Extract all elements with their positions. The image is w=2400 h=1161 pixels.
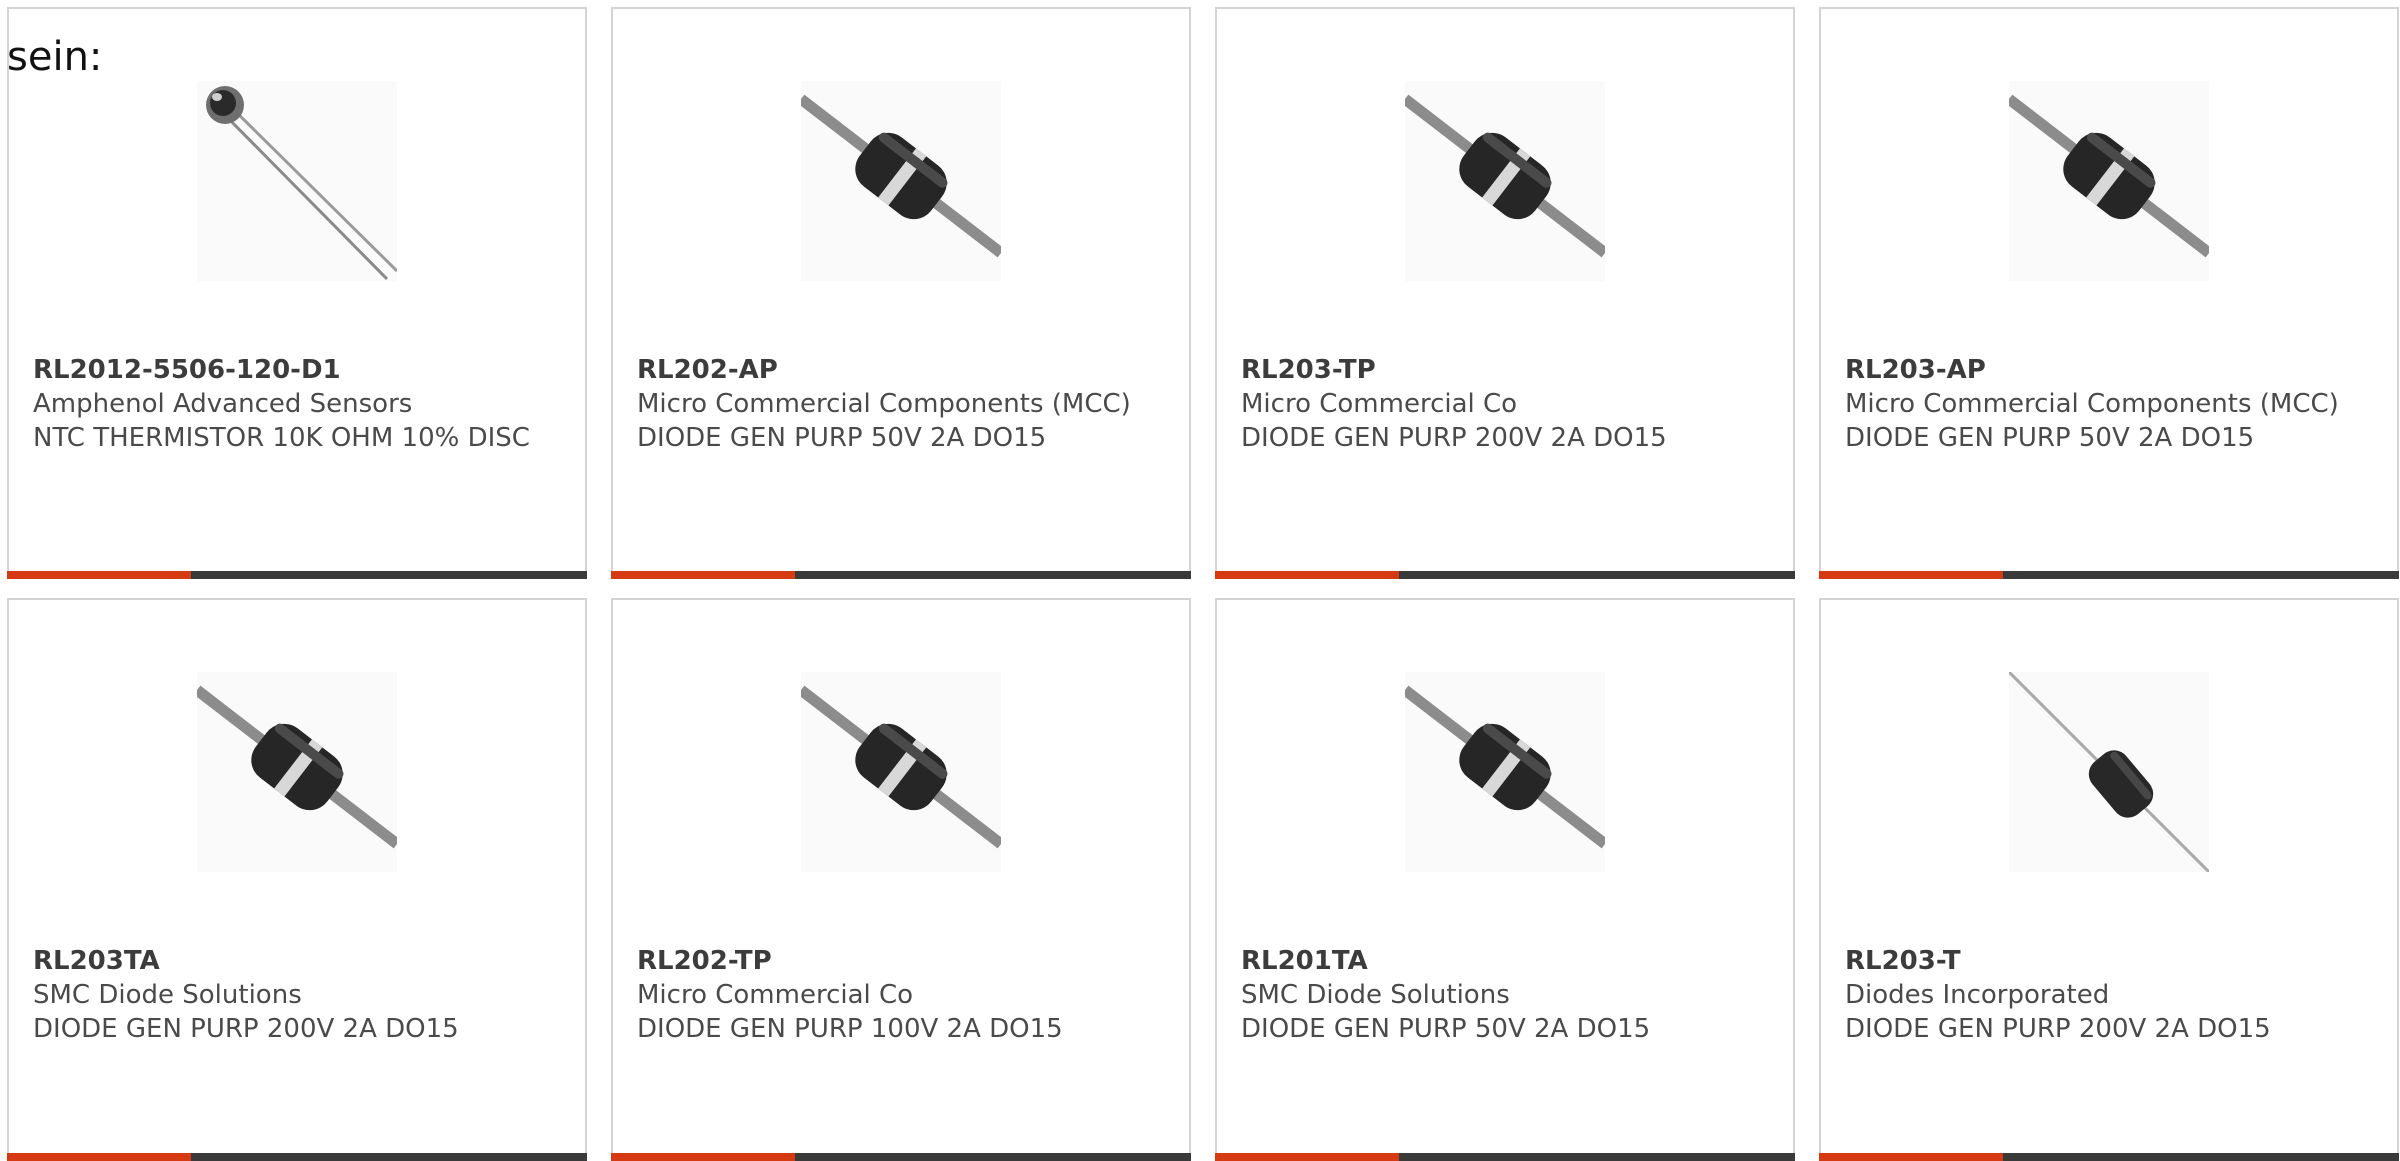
card-accent-bar [611,571,795,579]
manufacturer-label: Micro Commercial Co [1241,389,1518,419]
diode-thin-icon [2009,672,2209,872]
description-label: DIODE GEN PURP 200V 2A DO15 [1845,1014,2271,1044]
card-bottom-bar [1819,571,2399,579]
diode-icon [801,672,1001,872]
card-bottom-bar [1215,571,1795,579]
part-number-link[interactable]: RL203-T [1845,944,2377,978]
card-accent-bar [7,1153,191,1161]
product-card[interactable]: RL203TA SMC Diode Solutions DIODE GEN PU… [7,598,587,1161]
product-card[interactable]: RL201TA SMC Diode Solutions DIODE GEN PU… [1215,598,1795,1161]
diode-icon [1405,672,1605,872]
card-accent-bar [611,1153,795,1161]
part-number-link[interactable]: RL2012-5506-120-D1 [33,353,565,387]
thermistor-icon [197,81,397,281]
diode-icon [197,672,397,872]
product-card[interactable]: RL2012-5506-120-D1 Amphenol Advanced Sen… [7,7,587,579]
diode-icon [2009,81,2209,281]
part-number-link[interactable]: RL201TA [1241,944,1773,978]
card-accent-bar [7,571,191,579]
card-accent-bar [1215,1153,1399,1161]
manufacturer-label: SMC Diode Solutions [33,980,302,1010]
card-bottom-bar [1215,1153,1795,1161]
manufacturer-label: Micro Commercial Components (MCC) [637,389,1131,419]
part-number-link[interactable]: RL203-AP [1845,353,2377,387]
card-bottom-bar [611,571,1191,579]
card-accent-bar [1215,571,1399,579]
part-number-link[interactable]: RL203-TP [1241,353,1773,387]
description-label: NTC THERMISTOR 10K OHM 10% DISC [33,423,530,453]
description-label: DIODE GEN PURP 50V 2A DO15 [1241,1014,1651,1044]
part-number-link[interactable]: RL202-TP [637,944,1169,978]
description-label: DIODE GEN PURP 50V 2A DO15 [637,423,1047,453]
diode-icon [801,81,1001,281]
card-accent-bar [1819,571,2003,579]
description-label: DIODE GEN PURP 100V 2A DO15 [637,1014,1063,1044]
card-bottom-bar [7,571,587,579]
product-card[interactable]: RL203-AP Micro Commercial Components (MC… [1819,7,2399,579]
card-accent-bar [1819,1153,2003,1161]
description-label: DIODE GEN PURP 50V 2A DO15 [1845,423,2255,453]
manufacturer-label: SMC Diode Solutions [1241,980,1510,1010]
description-label: DIODE GEN PURP 200V 2A DO15 [1241,423,1667,453]
diode-icon [1405,81,1605,281]
part-number-link[interactable]: RL202-AP [637,353,1169,387]
manufacturer-label: Micro Commercial Co [637,980,914,1010]
product-card[interactable]: RL202-AP Micro Commercial Components (MC… [611,7,1191,579]
manufacturer-label: Diodes Incorporated [1845,980,2110,1010]
manufacturer-label: Amphenol Advanced Sensors [33,389,413,419]
card-bottom-bar [1819,1153,2399,1161]
product-card[interactable]: RL203-TP Micro Commercial Co DIODE GEN P… [1215,7,1795,579]
part-number-link[interactable]: RL203TA [33,944,565,978]
card-bottom-bar [611,1153,1191,1161]
description-label: DIODE GEN PURP 200V 2A DO15 [33,1014,459,1044]
card-bottom-bar [7,1153,587,1161]
product-card[interactable]: RL202-TP Micro Commercial Co DIODE GEN P… [611,598,1191,1161]
intro-text: sein: [7,34,103,80]
product-card[interactable]: RL203-T Diodes Incorporated DIODE GEN PU… [1819,598,2399,1161]
manufacturer-label: Micro Commercial Components (MCC) [1845,389,2339,419]
